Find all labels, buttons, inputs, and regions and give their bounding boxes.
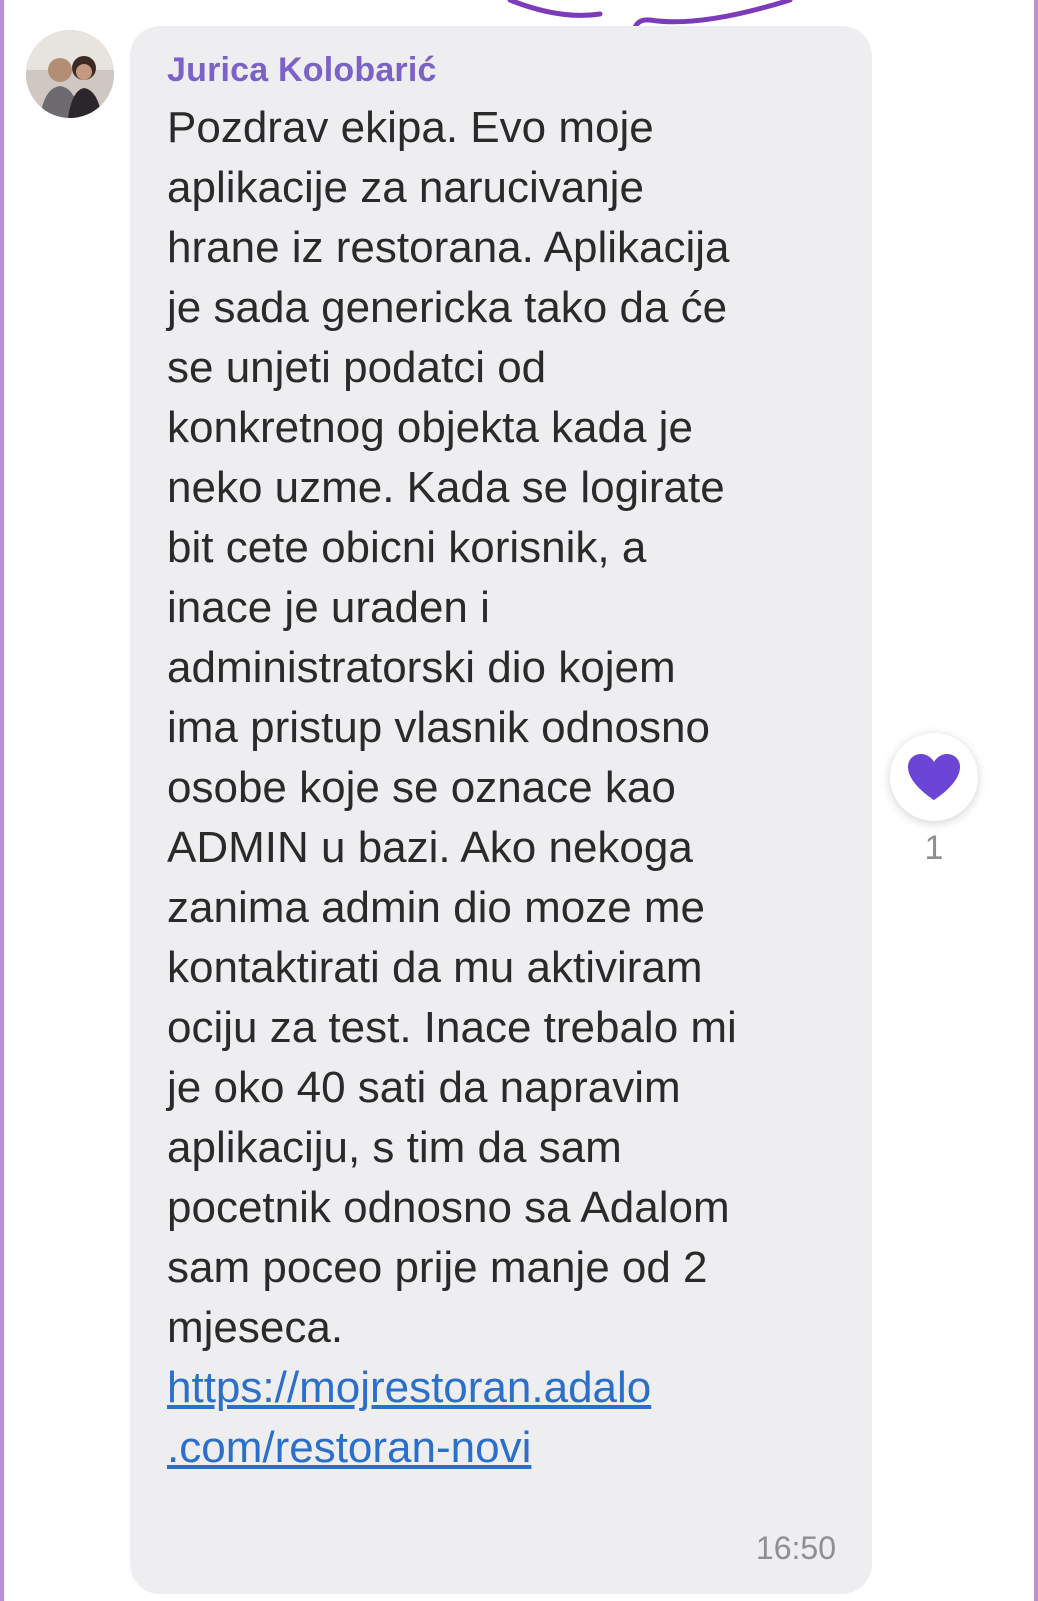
reaction-button[interactable] bbox=[890, 733, 978, 821]
message-link[interactable]: https://mojrestoran.adalo .com/restoran-… bbox=[167, 1358, 836, 1478]
message-timestamp: 16:50 bbox=[755, 1530, 836, 1566]
message-line: Pozdrav ekipa. Evo moje bbox=[167, 103, 654, 152]
message-line: sam poceo prije manje od 2 bbox=[167, 1243, 708, 1292]
message-line: bit cete obicni korisnik, a bbox=[167, 523, 647, 572]
message-line: se unjeti podatci od bbox=[167, 343, 547, 392]
message-line: zanima admin dio moze me bbox=[167, 883, 706, 932]
heart-icon bbox=[908, 754, 960, 800]
message-line: je sada genericka tako da će bbox=[167, 283, 728, 332]
message-bubble[interactable]: Jurica Kolobarić Pozdrav ekipa. Evo moje… bbox=[130, 26, 872, 1594]
message-line: je oko 40 sati da napravim bbox=[167, 1063, 681, 1112]
message-link-line[interactable]: https://mojrestoran.adalo bbox=[167, 1358, 836, 1418]
message-line: neko uzme. Kada se logirate bbox=[167, 463, 725, 512]
message-line: administratorski dio kojem bbox=[167, 643, 676, 692]
message-line: ADMIN u bazi. Ako nekoga bbox=[167, 823, 693, 872]
message-line: ima pristup vlasnik odnosno bbox=[167, 703, 710, 752]
reaction-count: 1 bbox=[924, 829, 944, 867]
message-line: aplikacije za narucivanje bbox=[167, 163, 644, 212]
message-line: hrane iz restorana. Aplikacija bbox=[167, 223, 730, 272]
message-link-line[interactable]: .com/restoran-novi bbox=[167, 1418, 836, 1478]
message-text: Pozdrav ekipa. Evo moje aplikacije za na… bbox=[167, 98, 847, 1358]
message-line: mjeseca. bbox=[167, 1303, 344, 1352]
message-line: konkretnog objekta kada je bbox=[167, 403, 693, 452]
frame-border-left bbox=[0, 0, 4, 1601]
frame-border-right bbox=[1034, 0, 1038, 1601]
message-line: inace je uraden i bbox=[167, 583, 490, 632]
avatar-photo bbox=[26, 30, 114, 118]
message-line: kontaktirati da mu aktiviram bbox=[167, 943, 703, 992]
message-line: pocetnik odnosno sa Adalom bbox=[167, 1183, 730, 1232]
sender-name[interactable]: Jurica Kolobarić bbox=[167, 50, 836, 90]
message-line: ociju za test. Inace trebalo mi bbox=[167, 1003, 737, 1052]
message-line: aplikaciju, s tim da sam bbox=[167, 1123, 622, 1172]
avatar[interactable] bbox=[26, 30, 114, 118]
message-line: osobe koje se oznace kao bbox=[167, 763, 676, 812]
